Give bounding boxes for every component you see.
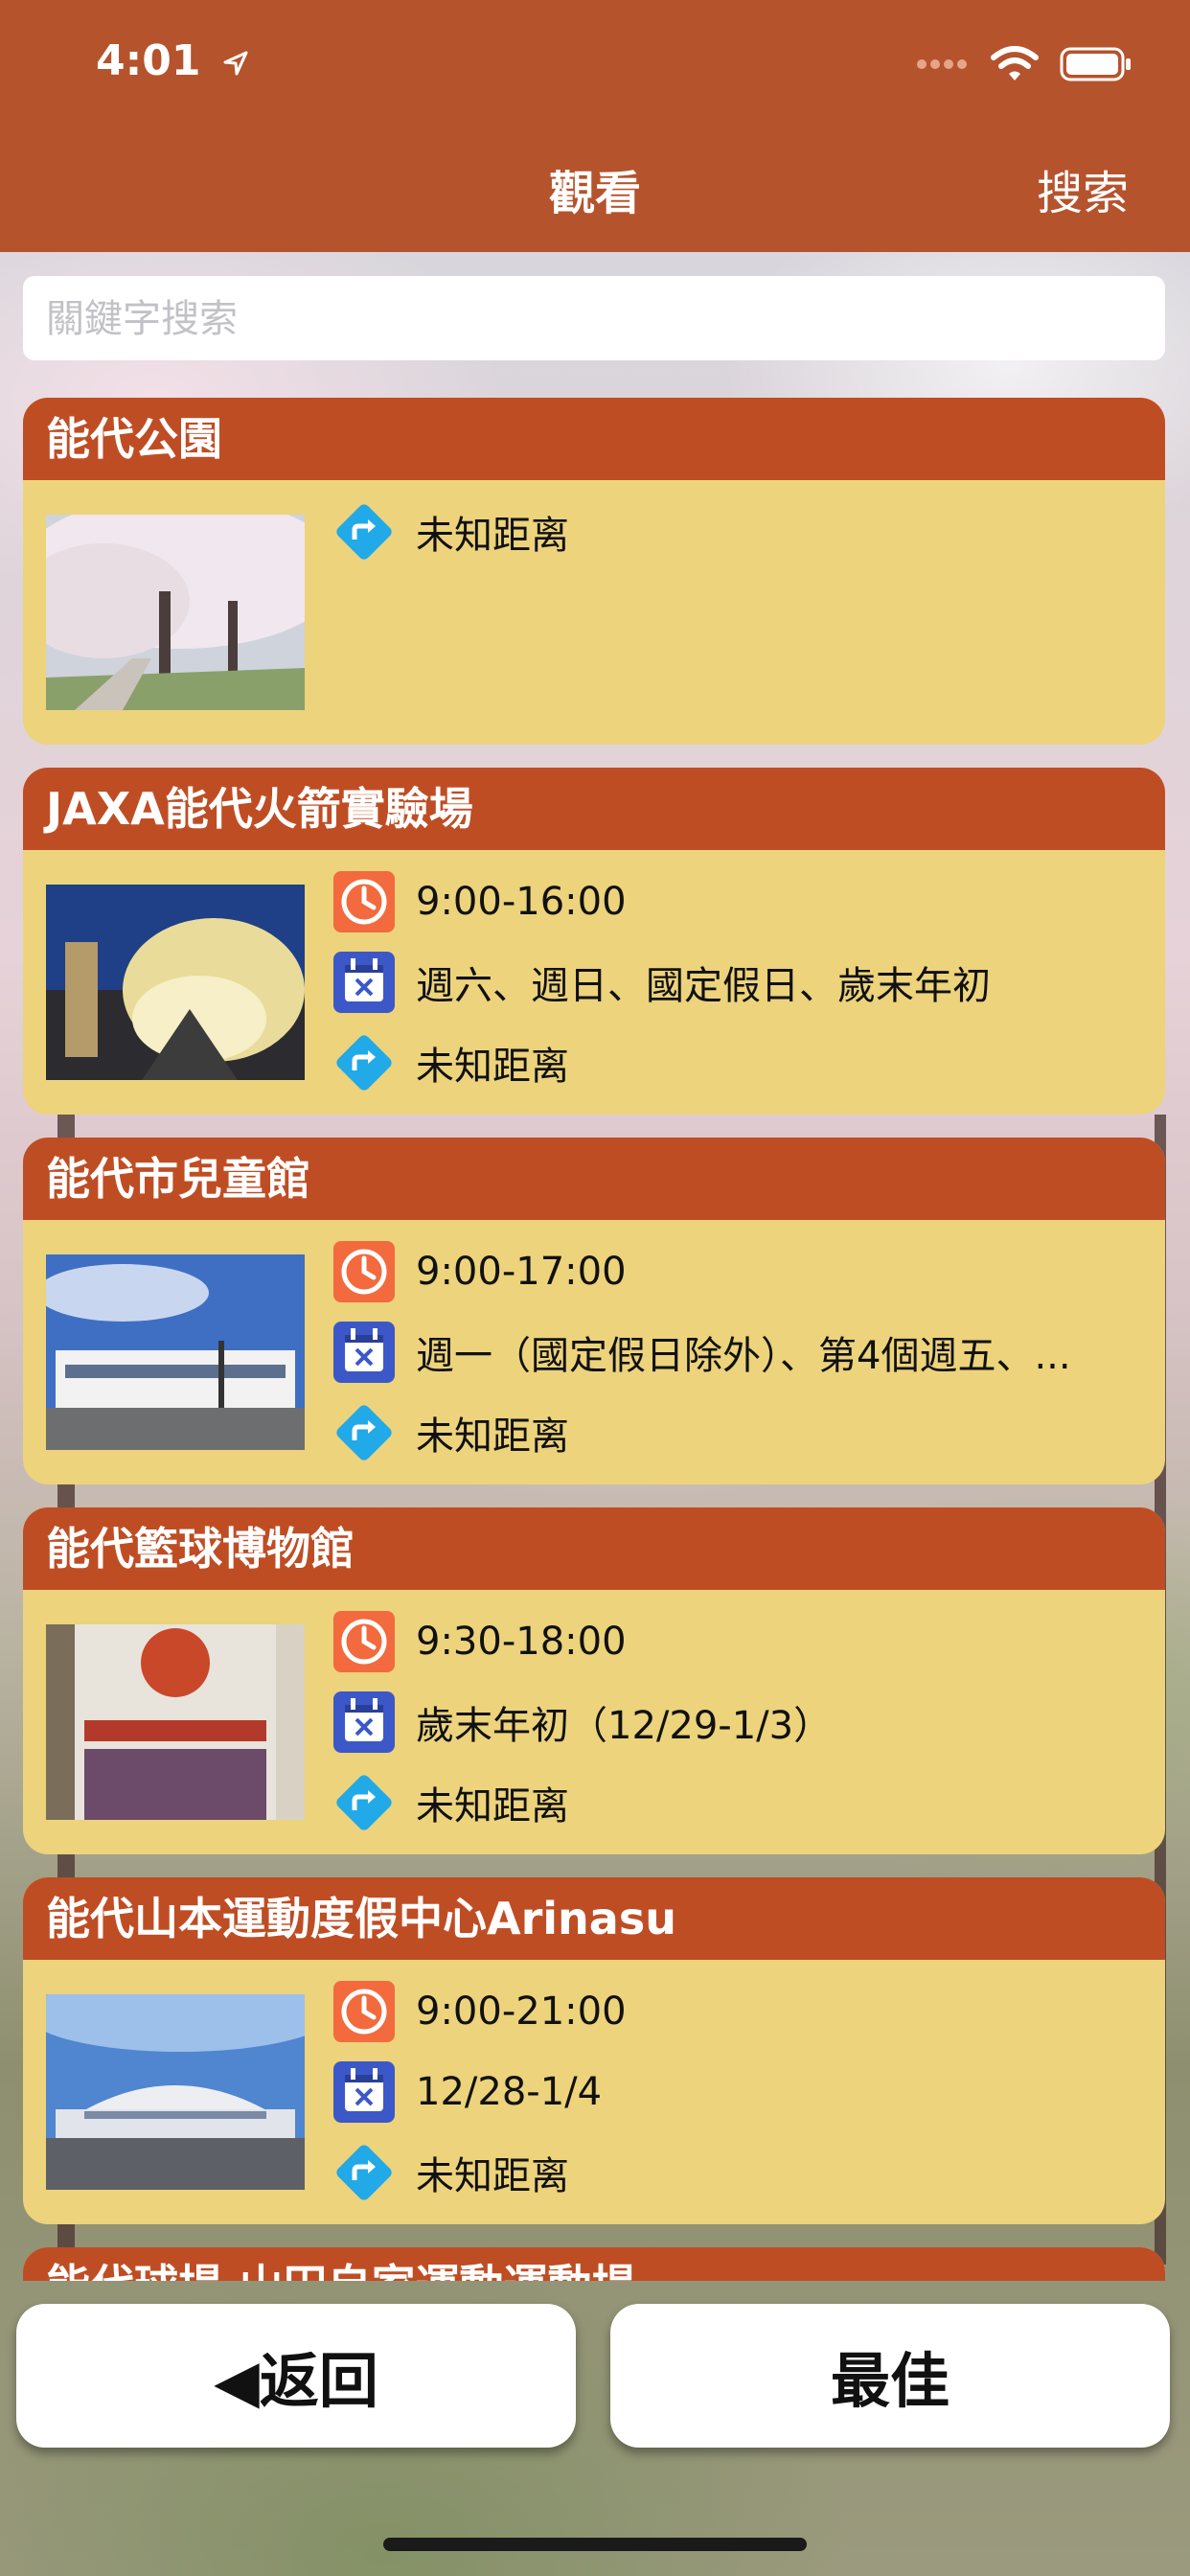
clock-icon	[332, 869, 397, 934]
search-field[interactable]	[23, 276, 1165, 362]
navigation-bar: 觀看 搜索	[0, 126, 1190, 252]
attraction-list[interactable]: 能代公園 未知距离 JAXA能代火箭實驗場 9:00-16:00 週六、週日、國…	[23, 398, 1165, 2281]
distance-row: 未知距离	[332, 2132, 1146, 2213]
hours-text: 9:00-16:00	[416, 880, 627, 924]
item-title: JAXA能代火箭實驗場	[23, 768, 1165, 850]
clock-icon	[332, 1609, 397, 1674]
item-title: 能代山本運動度假中心Arinasu	[23, 1877, 1165, 1960]
hours-row: 9:00-16:00	[332, 862, 1146, 942]
directions-icon	[332, 2140, 397, 2205]
closed-days-text: 12/28-1/4	[416, 2070, 603, 2114]
hours-text: 9:00-21:00	[416, 1990, 627, 2034]
item-thumbnail	[46, 1624, 305, 1820]
item-thumbnail	[46, 515, 305, 710]
item-title: 能代籃球博物館	[23, 1507, 1165, 1590]
closed-days-row: 12/28-1/4	[332, 2052, 1146, 2132]
list-item[interactable]: 能代籃球博物館 9:30-18:00 歲末年初（12/29-1/3） 未知距离	[23, 1507, 1165, 1854]
search-nav-button[interactable]: 搜索	[1037, 155, 1129, 222]
item-title: 能代球場·山田自家運動運動場	[23, 2247, 1165, 2281]
closed-days-text: 週一（國定假日除外）、第4個週五、...	[416, 1334, 1071, 1378]
status-bar: 4:01	[0, 0, 1190, 126]
clock-icon	[332, 1979, 397, 2044]
home-indicator[interactable]	[383, 2538, 807, 2551]
page-title: 觀看	[548, 167, 641, 220]
closed-days-text: 週六、週日、國定假日、歲末年初	[416, 964, 991, 1008]
battery-icon	[1060, 47, 1131, 81]
closed-days-row: 週六、週日、國定假日、歲末年初	[332, 942, 1146, 1023]
calendar-closed-icon	[332, 2059, 397, 2125]
item-thumbnail	[46, 1994, 305, 2190]
directions-icon	[332, 1400, 397, 1465]
calendar-closed-icon	[332, 1690, 397, 1755]
hours-row: 9:00-17:00	[332, 1231, 1146, 1312]
distance-text: 未知距离	[416, 1414, 569, 1459]
distance-row: 未知距离	[332, 1762, 1146, 1843]
list-item[interactable]: 能代公園 未知距离	[23, 398, 1165, 745]
directions-icon	[332, 1030, 397, 1095]
list-item[interactable]: JAXA能代火箭實驗場 9:00-16:00 週六、週日、國定假日、歲末年初 未…	[23, 768, 1165, 1115]
closed-days-row: 週一（國定假日除外）、第4個週五、...	[332, 1312, 1146, 1392]
list-item[interactable]: 能代市兒童館 9:00-17:00 週一（國定假日除外）、第4個週五、... 未…	[23, 1138, 1165, 1484]
calendar-closed-icon	[332, 950, 397, 1015]
hours-row: 9:00-21:00	[332, 1971, 1146, 2052]
item-thumbnail	[46, 1254, 305, 1450]
clock-icon	[332, 1239, 397, 1304]
location-arrow-icon	[223, 51, 248, 76]
closed-days-text: 歲末年初（12/29-1/3）	[416, 1704, 833, 1748]
directions-icon	[332, 1770, 397, 1835]
item-title: 能代公園	[23, 398, 1165, 480]
back-button[interactable]: ◀返回	[16, 2304, 576, 2448]
best-button[interactable]: 最佳	[610, 2304, 1170, 2448]
distance-row: 未知距离	[332, 1392, 1146, 1473]
directions-icon	[332, 499, 397, 564]
distance-row: 未知距离	[332, 1023, 1146, 1103]
distance-text: 未知距离	[416, 2154, 569, 2198]
cellular-signal-icon	[917, 59, 967, 69]
item-title: 能代市兒童館	[23, 1138, 1165, 1220]
search-input[interactable]	[44, 276, 1148, 362]
calendar-closed-icon	[332, 1320, 397, 1385]
distance-text: 未知距离	[416, 514, 569, 558]
hours-text: 9:00-17:00	[416, 1250, 627, 1294]
item-thumbnail	[46, 885, 305, 1080]
list-item[interactable]: 能代山本運動度假中心Arinasu 9:00-21:00 12/28-1/4 未…	[23, 1877, 1165, 2224]
distance-text: 未知距离	[416, 1045, 569, 1089]
closed-days-row: 歲末年初（12/29-1/3）	[332, 1682, 1146, 1762]
distance-text: 未知距离	[416, 1784, 569, 1828]
wifi-icon	[991, 46, 1039, 80]
hours-text: 9:30-18:00	[416, 1620, 627, 1664]
distance-row: 未知距离	[332, 492, 1146, 572]
hours-row: 9:30-18:00	[332, 1601, 1146, 1682]
status-time: 4:01	[96, 36, 250, 85]
list-item[interactable]: 能代球場·山田自家運動運動場	[23, 2247, 1165, 2281]
